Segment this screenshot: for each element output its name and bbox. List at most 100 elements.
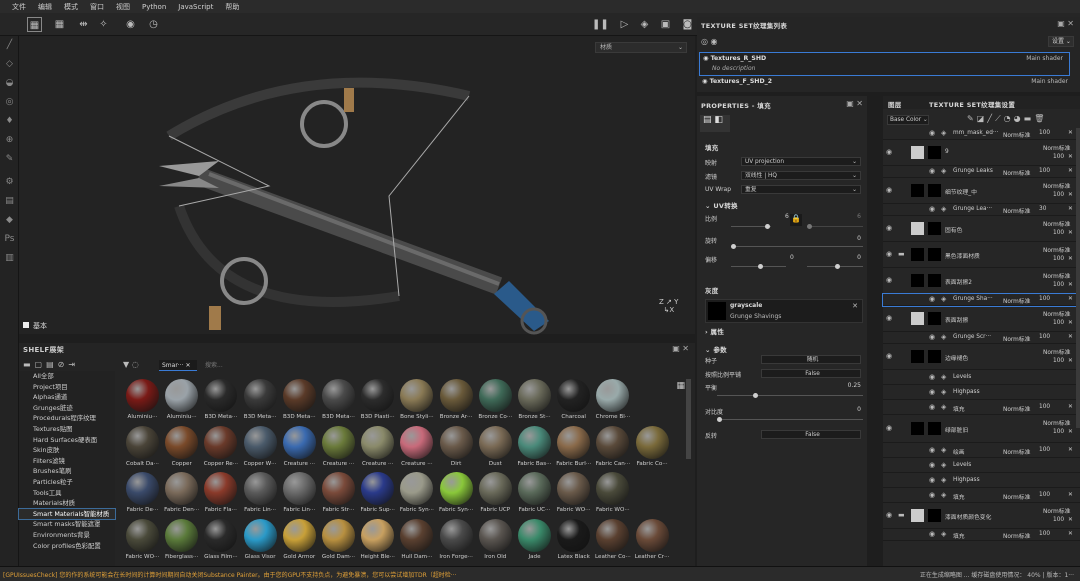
blend-mode[interactable]: Norm标准 — [1043, 219, 1070, 228]
remove-layer-icon[interactable]: ✕ — [1068, 256, 1073, 262]
bake-icon[interactable]: ◆ — [0, 211, 19, 230]
blend-mode[interactable]: Norm标准 — [1043, 347, 1070, 356]
camera-icon[interactable]: ◉ — [123, 17, 138, 32]
material-tile[interactable]: Jade — [515, 518, 554, 564]
visibility-eye-icon[interactable]: ◉ — [886, 352, 892, 360]
material-tile[interactable]: Fabric Burl··· — [554, 425, 593, 471]
shelf-category-item[interactable]: Color profiles色彩配置 — [19, 541, 115, 552]
layer-row[interactable]: ◉ ◈ 填充 Norm标准 100 ✕ — [883, 488, 1080, 503]
opacity-value[interactable]: 100 — [1053, 230, 1064, 236]
layer-row[interactable]: ◉ ◈ Highpass — [883, 385, 1080, 400]
eye-icon[interactable]: ◉ — [703, 55, 711, 62]
blend-mode[interactable]: Norm标准 — [1043, 309, 1070, 318]
material-tile[interactable]: Fabric Co··· — [633, 425, 672, 471]
opacity-value[interactable]: 100 — [1039, 531, 1050, 537]
layer-row[interactable]: ◉ 细节纹理_中 Norm标准 100 ✕ — [883, 178, 1080, 204]
balance-slider[interactable] — [717, 393, 863, 398]
material-tile[interactable]: Fabric WO··· — [554, 472, 593, 517]
menu-javascript[interactable]: JavaScript — [172, 3, 219, 11]
remove-layer-icon[interactable]: ✕ — [1068, 492, 1073, 498]
material-tile[interactable]: Glass Film··· — [201, 518, 240, 564]
render-mode-icon[interactable]: ▷ — [617, 17, 632, 32]
material-tile[interactable]: B3D Meta··· — [280, 379, 319, 424]
material-tile[interactable]: Copper Re··· — [201, 425, 240, 471]
filter-select[interactable]: 双线性 | HQ ⌄ — [741, 171, 861, 180]
material-tile[interactable]: Dirt — [437, 425, 476, 471]
material-tile[interactable]: Chrome Bl··· — [593, 379, 632, 424]
remove-layer-icon[interactable]: ✕ — [1068, 282, 1073, 288]
layer-row[interactable]: ◉ 固有色 Norm标准 100 ✕ — [883, 216, 1080, 242]
material-tile[interactable]: Fabric Bas··· — [515, 425, 554, 471]
props-tab-icons[interactable]: ▤ ◧ — [700, 115, 730, 132]
blend-mode[interactable]: Norm标准 — [1003, 531, 1030, 540]
lock-icon[interactable]: 🔒 — [790, 214, 802, 226]
blend-mode[interactable]: Norm标准 — [1043, 181, 1070, 190]
ratio-toggle[interactable]: False — [761, 369, 861, 378]
wrap-select[interactable]: 重复 ⌄ — [741, 185, 861, 194]
blend-mode[interactable]: Norm标准 — [1043, 245, 1070, 254]
opacity-value[interactable]: 100 — [1039, 334, 1050, 340]
layer-mask-thumbnail[interactable] — [928, 274, 941, 287]
material-tile[interactable]: Iron Old — [476, 518, 515, 564]
folder-icon[interactable]: ▬ — [898, 511, 905, 519]
visibility-eye-icon[interactable]: ◉ — [886, 186, 892, 194]
shelf-category-item[interactable]: Particles粒子 — [19, 477, 115, 488]
blend-mode[interactable]: Norm标准 — [1043, 271, 1070, 280]
clone-icon[interactable]: ⊕ — [0, 131, 19, 150]
remove-layer-icon[interactable]: ✕ — [1068, 517, 1073, 523]
material-tile[interactable]: Fabric Den··· — [162, 472, 201, 517]
material-tile[interactable]: Fabric De··· — [123, 472, 162, 517]
layout-grid-icon[interactable]: ▦ — [52, 17, 67, 32]
blend-mode[interactable]: Norm标准 — [1043, 143, 1070, 152]
opacity-value[interactable]: 30 — [1039, 206, 1046, 212]
layer-mask-thumbnail[interactable] — [928, 509, 941, 522]
scale-slider[interactable] — [731, 224, 771, 229]
shelf-category-item[interactable]: Brushes笔刷 — [19, 466, 115, 477]
texture-set-row-selected[interactable]: ◉ Textures_R_SHD No description Main sha… — [699, 52, 1070, 76]
material-tile[interactable]: Cobalt Da··· — [123, 425, 162, 471]
opacity-value[interactable]: 100 — [1039, 404, 1050, 410]
opacity-value[interactable]: 100 — [1053, 320, 1064, 326]
invert-toggle[interactable]: False — [761, 430, 861, 439]
blend-mode[interactable]: Norm标准 — [1003, 447, 1030, 456]
tab-layers[interactable]: 图层 — [888, 99, 902, 109]
shelf-category-item[interactable]: Smart masks智能遮罩 — [19, 519, 115, 530]
figure-icon[interactable]: ✧ — [96, 17, 111, 32]
status-message[interactable]: [GPUIssuesCheck] 您的作的系统可能会在长时间的计算时间期间自动关… — [3, 570, 456, 579]
channel-dropdown[interactable]: Base Color ⌄ — [887, 115, 929, 125]
projection-select[interactable]: UV projection ⌄ — [741, 157, 861, 166]
tab-texture-set-settings[interactable]: TEXTURE SET纹理集设置 — [929, 99, 1015, 109]
material-tile[interactable]: Copper W··· — [241, 425, 280, 471]
remove-layer-icon[interactable]: ✕ — [1068, 531, 1073, 537]
shelf-category-item[interactable]: Project项目 — [19, 382, 115, 393]
texset-view-icons[interactable]: ◎ ◉ — [701, 37, 718, 46]
opacity-value[interactable]: 100 — [1039, 130, 1050, 136]
material-tile[interactable]: Fabric Syn··· — [437, 472, 476, 517]
history-icon[interactable]: ◷ — [146, 17, 161, 32]
blend-mode[interactable]: Norm标准 — [1003, 404, 1030, 413]
material-tile[interactable]: Gold Dam··· — [319, 518, 358, 564]
opacity-value[interactable]: 100 — [1053, 154, 1064, 160]
material-tile[interactable]: Creature ··· — [397, 425, 436, 471]
visibility-eye-icon[interactable]: ◉ — [929, 295, 935, 303]
menu-python[interactable]: Python — [136, 3, 172, 11]
material-tile[interactable]: Fabric Str··· — [319, 472, 358, 517]
material-tile[interactable]: Creature ··· — [358, 425, 397, 471]
layer-row[interactable]: ◉ ◈ 填充 Norm标准 100 ✕ — [883, 400, 1080, 415]
grid-toggle-icon[interactable]: ▦ — [27, 17, 42, 32]
visibility-eye-icon[interactable]: ◉ — [929, 403, 935, 411]
material-tile[interactable]: B3D Meta··· — [241, 379, 280, 424]
seed-button[interactable]: 随机 — [761, 355, 861, 364]
layer-mask-thumbnail[interactable] — [928, 184, 941, 197]
remove-layer-icon[interactable]: ✕ — [1068, 130, 1073, 136]
blend-mode[interactable]: Norm标准 — [1043, 506, 1070, 515]
layer-row[interactable]: ◉ ◈ Highpass — [883, 473, 1080, 488]
visibility-eye-icon[interactable]: ◉ — [929, 205, 935, 213]
layer-mask-thumbnail[interactable] — [928, 248, 941, 261]
shelf-category-item[interactable]: Grunges脏迹 — [19, 403, 115, 414]
texset-settings-dropdown[interactable]: 设置 ⌄ — [1048, 36, 1074, 47]
shelf-search-input[interactable]: 搜索... — [205, 360, 223, 371]
folder-icon[interactable]: ▬ — [898, 250, 905, 258]
visibility-eye-icon[interactable]: ◉ — [929, 373, 935, 381]
python-icon[interactable]: Ps — [0, 230, 19, 249]
